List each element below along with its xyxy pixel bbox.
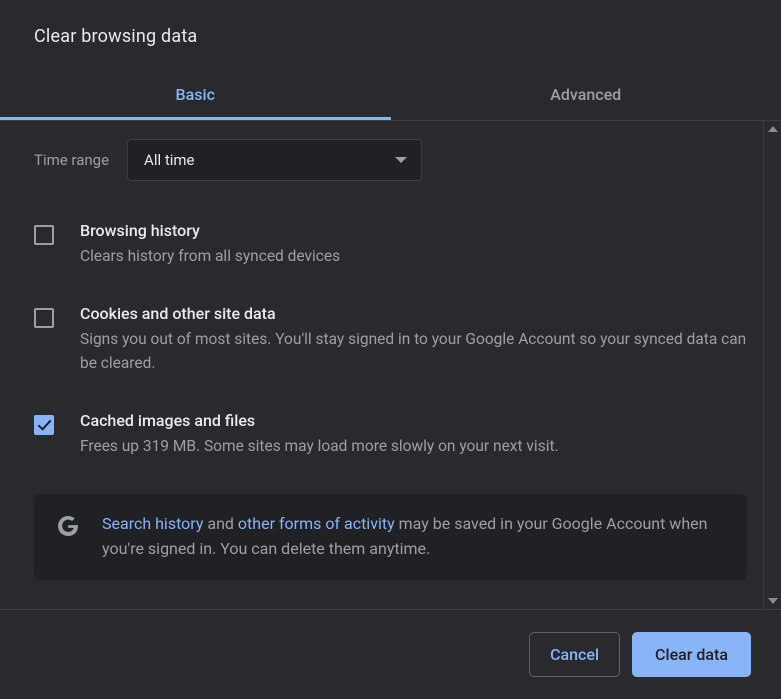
link-other-activity[interactable]: other forms of activity bbox=[238, 514, 395, 533]
info-text: Search history and other forms of activi… bbox=[102, 512, 725, 562]
scrollbar[interactable] bbox=[763, 121, 781, 609]
dialog-footer: Cancel Clear data bbox=[0, 609, 781, 699]
option-browsing-history[interactable]: Browsing history Clears history from all… bbox=[34, 221, 747, 268]
content-area: Time range All time Browsing history Cle… bbox=[0, 121, 781, 609]
google-icon bbox=[56, 514, 80, 542]
option-cache[interactable]: Cached images and files Frees up 319 MB.… bbox=[34, 411, 747, 458]
option-title: Browsing history bbox=[80, 221, 747, 240]
option-title: Cached images and files bbox=[80, 411, 747, 430]
dialog-title: Clear browsing data bbox=[0, 0, 781, 71]
option-desc: Frees up 319 MB. Some sites may load mor… bbox=[80, 434, 747, 458]
clear-data-button[interactable]: Clear data bbox=[632, 632, 751, 677]
tab-basic[interactable]: Basic bbox=[0, 71, 391, 120]
scroll-up-icon[interactable] bbox=[764, 121, 781, 137]
checkbox-browsing-history[interactable] bbox=[34, 225, 54, 245]
time-range-select[interactable]: All time bbox=[127, 139, 422, 181]
checkbox-cookies[interactable] bbox=[34, 308, 54, 328]
tabs: Basic Advanced bbox=[0, 71, 781, 121]
option-desc: Clears history from all synced devices bbox=[80, 244, 747, 268]
option-cookies[interactable]: Cookies and other site data Signs you ou… bbox=[34, 304, 747, 375]
time-range-value: All time bbox=[144, 151, 194, 169]
option-desc: Signs you out of most sites. You'll stay… bbox=[80, 327, 747, 375]
clear-browsing-data-dialog: Clear browsing data Basic Advanced Time … bbox=[0, 0, 781, 699]
link-search-history[interactable]: Search history bbox=[102, 514, 203, 533]
checkbox-cache[interactable] bbox=[34, 415, 54, 435]
cancel-button[interactable]: Cancel bbox=[529, 632, 620, 677]
time-range-label: Time range bbox=[34, 151, 109, 169]
google-account-info: Search history and other forms of activi… bbox=[34, 494, 747, 580]
scroll-down-icon[interactable] bbox=[764, 593, 781, 609]
chevron-down-icon bbox=[395, 157, 407, 163]
option-title: Cookies and other site data bbox=[80, 304, 747, 323]
time-range-row: Time range All time bbox=[34, 139, 747, 181]
tab-advanced[interactable]: Advanced bbox=[391, 71, 781, 120]
